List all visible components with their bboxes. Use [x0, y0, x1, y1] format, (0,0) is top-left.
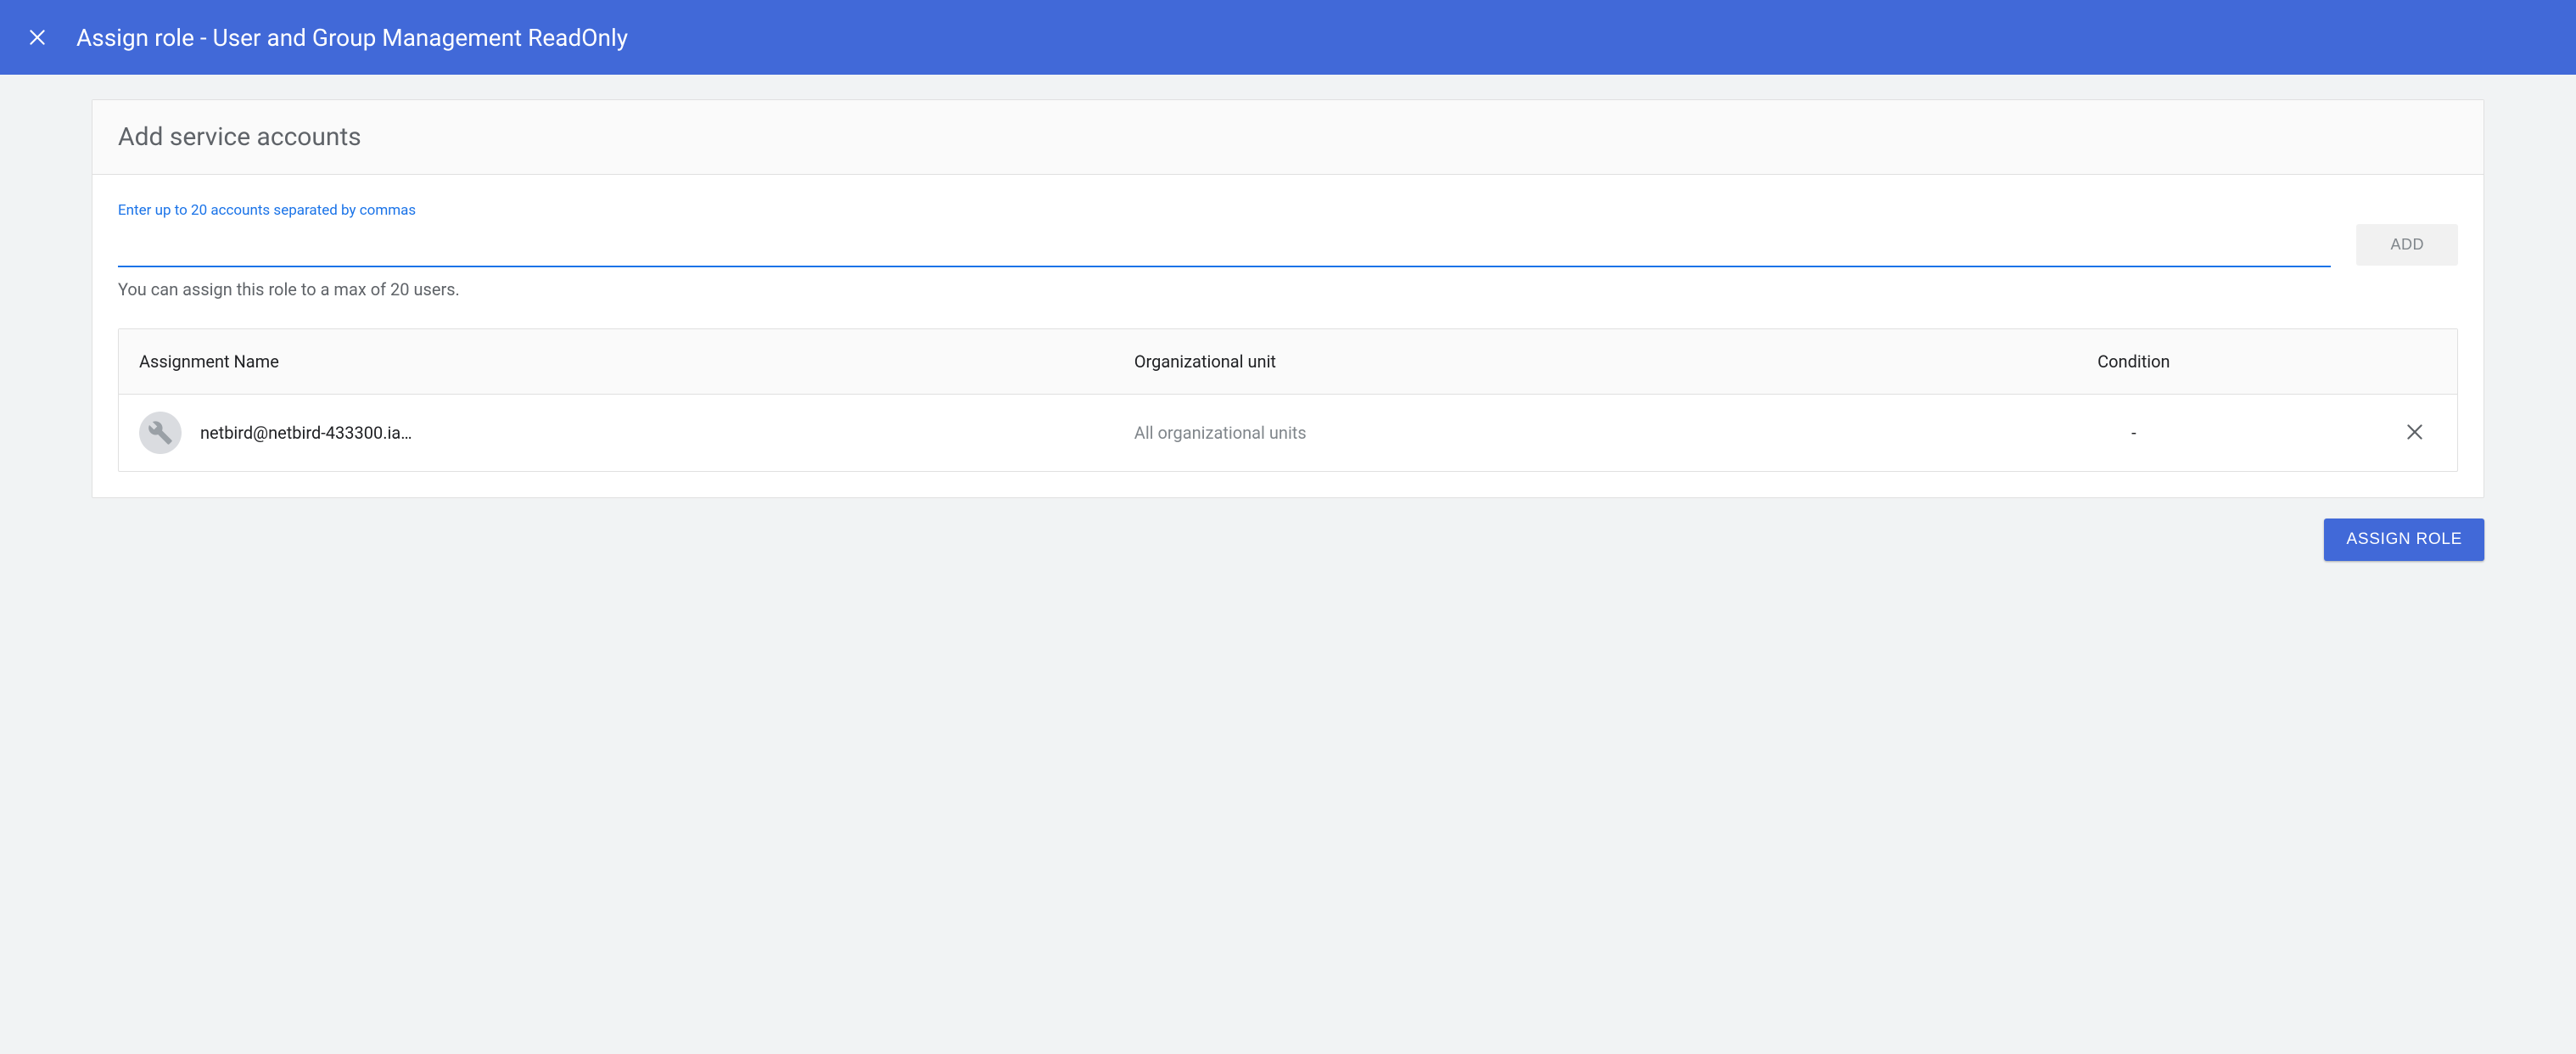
input-wrapper: Enter up to 20 accounts separated by com… [118, 202, 2331, 267]
add-button[interactable]: ADD [2356, 224, 2458, 266]
wrench-icon [139, 412, 182, 454]
assign-role-button[interactable]: ASSIGN ROLE [2324, 519, 2484, 561]
footer-actions: ASSIGN ROLE [0, 498, 2576, 581]
input-area: Enter up to 20 accounts separated by com… [92, 175, 2484, 293]
table-header-actions [2308, 329, 2457, 395]
table-header-condition: Condition [1960, 329, 2308, 395]
content-wrapper: Add service accounts Enter up to 20 acco… [0, 75, 2576, 498]
accounts-input[interactable] [118, 233, 2331, 267]
remove-row-icon[interactable] [2401, 418, 2428, 446]
helper-text: You can assign this role to a max of 20 … [92, 279, 2484, 328]
card: Add service accounts Enter up to 20 acco… [92, 99, 2484, 498]
section-title: Add service accounts [92, 100, 2484, 175]
table-header-name: Assignment Name [119, 329, 1114, 395]
header-bar: Assign role - User and Group Management … [0, 0, 2576, 75]
assignments-table: Assignment Name Organizational unit Cond… [118, 328, 2458, 472]
page-title: Assign role - User and Group Management … [76, 24, 628, 52]
assignment-org-unit: All organizational units [1114, 395, 1960, 472]
accounts-input-label: Enter up to 20 accounts separated by com… [118, 202, 2331, 219]
close-icon[interactable] [17, 17, 58, 58]
table-row: netbird@netbird-433300.ia… All organizat… [119, 395, 2457, 472]
assignment-name: netbird@netbird-433300.ia… [200, 423, 412, 443]
table-header-org: Organizational unit [1114, 329, 1960, 395]
assignment-condition: - [1960, 395, 2308, 472]
